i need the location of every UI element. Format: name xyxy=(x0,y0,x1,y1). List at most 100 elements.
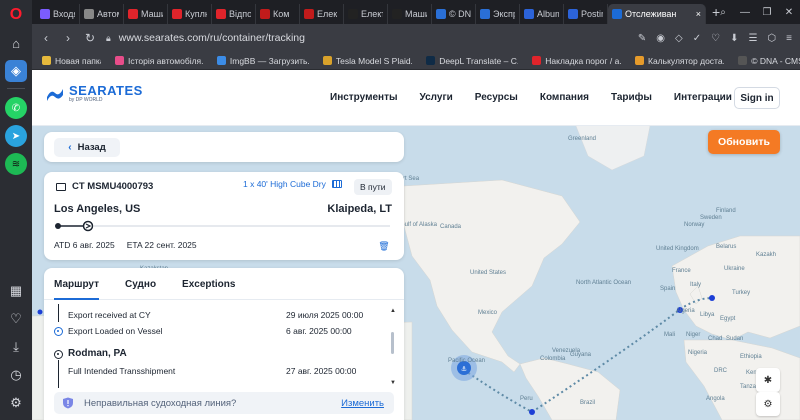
menu-item-pricing[interactable]: Тарифы xyxy=(611,92,652,103)
menu-item-services[interactable]: Услуги xyxy=(420,92,453,103)
menu-item-company[interactable]: Компания xyxy=(540,92,589,103)
wrong-carrier-alert: Неправильная судоходная линия? Изменить xyxy=(54,392,394,414)
scroll-thumb[interactable] xyxy=(391,332,394,354)
search-tabs-icon[interactable]: ⌕ xyxy=(712,7,734,18)
bookmark-item[interactable]: Tesla Model S Plaid... xyxy=(322,56,412,66)
maximize-icon[interactable]: ❐ xyxy=(756,7,778,18)
menu-item-tools[interactable]: Инструменты xyxy=(330,92,398,103)
tab-title: Ком xyxy=(273,8,290,19)
refresh-button[interactable]: Обновить xyxy=(708,130,780,154)
heart-icon[interactable]: ♡ xyxy=(5,308,27,330)
map-label: Spain xyxy=(660,286,676,292)
browser-tab-active[interactable]: Отслеживан × xyxy=(608,3,706,24)
browser-tab[interactable]: Куплю xyxy=(168,3,212,24)
browser-tab[interactable]: Экспр xyxy=(476,3,520,24)
origin-city: Los Angeles, US xyxy=(54,203,141,215)
port-marker-panama[interactable] xyxy=(529,409,535,415)
location-dot-icon xyxy=(54,350,63,359)
map-label: Greenland xyxy=(568,136,597,142)
tab-favicon-icon xyxy=(568,8,578,19)
tab-favicon-icon xyxy=(612,8,622,19)
browser-tab[interactable]: Електр xyxy=(344,3,388,24)
easy-setup-icon[interactable]: ☰ xyxy=(748,33,757,44)
apps-grid-icon[interactable]: ▦ xyxy=(5,280,27,302)
home-icon[interactable]: ⌂ xyxy=(5,32,27,54)
map-settings-gear-icon[interactable]: ⚙ xyxy=(756,392,780,416)
bookmark-title: DeepL Translate – C... xyxy=(439,55,519,66)
searates-logo[interactable]: SEARATES by DP WORLD xyxy=(46,84,143,103)
shield-icon xyxy=(63,397,73,409)
browser-tab[interactable]: Ком xyxy=(256,3,300,24)
save-icon[interactable]: ⬇ xyxy=(730,33,738,44)
menu-icon[interactable]: ≡ xyxy=(786,33,792,44)
download-icon[interactable]: ⤓ xyxy=(5,336,27,358)
bookmark-item[interactable]: Новая папка xyxy=(42,56,101,66)
port-marker-left[interactable] xyxy=(37,309,43,315)
map-bug-report-icon[interactable]: ✱ xyxy=(756,368,780,392)
container-type-label: 1 x 40' High Cube Dry xyxy=(243,179,326,189)
event-scrollbar[interactable]: ▲ ▼ xyxy=(390,308,396,388)
extension-icon[interactable]: ⬡ xyxy=(767,33,776,44)
map-label: Belarus xyxy=(716,244,737,250)
minimize-icon[interactable]: — xyxy=(734,7,756,18)
map-label: United Kingdom xyxy=(656,246,699,252)
browser-tab[interactable]: Входя xyxy=(36,3,80,24)
reload-icon[interactable]: ↻ xyxy=(84,31,96,45)
map-label: Ukraine xyxy=(724,266,745,272)
menu-item-resources[interactable]: Ресурсы xyxy=(475,92,518,103)
tab-route[interactable]: Маршрут xyxy=(54,268,100,300)
menu-item-integrations[interactable]: Интеграции xyxy=(674,92,732,103)
bookmark-item[interactable]: Накладка порог / а... xyxy=(532,56,621,66)
back-nav-icon[interactable]: ‹ xyxy=(40,31,52,45)
tab-exceptions[interactable]: Exceptions xyxy=(182,268,235,299)
tab-title: Отслеживан xyxy=(625,8,677,19)
telegram-icon[interactable]: ➤ xyxy=(5,125,27,147)
history-icon[interactable]: ◷ xyxy=(5,364,27,386)
bookmark-title: Історія автомобіля... xyxy=(127,55,203,66)
bookmark-item[interactable]: ImgBB — Загрузить... xyxy=(216,56,309,66)
scroll-up-icon[interactable]: ▲ xyxy=(390,308,396,314)
check-icon[interactable]: ✓ xyxy=(693,33,701,44)
browser-tab[interactable]: © DNA xyxy=(432,3,476,24)
camera-icon[interactable]: ◉ xyxy=(656,33,665,44)
tab-vessel[interactable]: Судно xyxy=(125,268,156,299)
back-button[interactable]: ‹ Назад xyxy=(54,138,120,157)
browser-tab[interactable]: Маши xyxy=(124,3,168,24)
port-marker-klaipeda[interactable] xyxy=(709,295,715,301)
event-date: 6 авг. 2025 00:00 xyxy=(286,326,352,336)
bookmark-favicon-icon xyxy=(532,56,542,65)
settings-gear-icon[interactable]: ⚙ xyxy=(5,392,27,414)
bookmark-item[interactable]: Історія автомобіля... xyxy=(114,55,203,66)
change-carrier-link[interactable]: Изменить xyxy=(341,398,384,409)
bookmark-item[interactable]: © DNA - CMS xyxy=(738,56,800,66)
browser-tab[interactable]: Елек xyxy=(300,3,344,24)
map-label: Egypt xyxy=(720,316,736,322)
bookmark-item[interactable]: Калькулятор доста... xyxy=(635,56,724,66)
browser-tab[interactable]: Album xyxy=(520,3,564,24)
bookmark-heart-icon[interactable]: ♡ xyxy=(711,33,720,44)
tab-title: Экспр xyxy=(493,8,515,19)
close-tab-icon[interactable]: × xyxy=(696,9,701,19)
map-label: Gulf of Alaska xyxy=(400,222,438,228)
forward-nav-icon[interactable]: › xyxy=(62,31,74,45)
tab-title: Маши xyxy=(405,8,427,19)
aria-icon[interactable]: ◈ xyxy=(5,60,27,82)
whatsapp-icon[interactable]: ✆ xyxy=(5,97,27,119)
browser-tab[interactable]: Postim xyxy=(564,3,608,24)
spotify-icon[interactable]: ≋ xyxy=(5,153,27,175)
browser-tab[interactable]: Автом xyxy=(80,3,124,24)
sign-in-button[interactable]: Sign in xyxy=(734,87,780,109)
tab-title: Відпо xyxy=(229,8,251,19)
bookmark-favicon-icon xyxy=(426,56,436,65)
map-label: Libya xyxy=(700,312,715,318)
url-field[interactable]: 🔒︎ www.searates.com/ru/container/trackin… xyxy=(106,32,628,44)
vpn-icon[interactable]: ◇ xyxy=(675,33,683,44)
scroll-down-icon[interactable]: ▼ xyxy=(390,380,396,386)
browser-tab[interactable]: Відпо xyxy=(212,3,256,24)
trash-icon[interactable]: 🗑︎ xyxy=(376,238,392,254)
opera-logo-icon[interactable]: O xyxy=(5,4,27,26)
bookmark-item[interactable]: DeepL Translate – C... xyxy=(426,56,518,66)
close-window-icon[interactable]: ✕ xyxy=(778,7,800,18)
edit-icon[interactable]: ✎ xyxy=(638,33,646,44)
browser-tab[interactable]: Маши xyxy=(388,3,432,24)
